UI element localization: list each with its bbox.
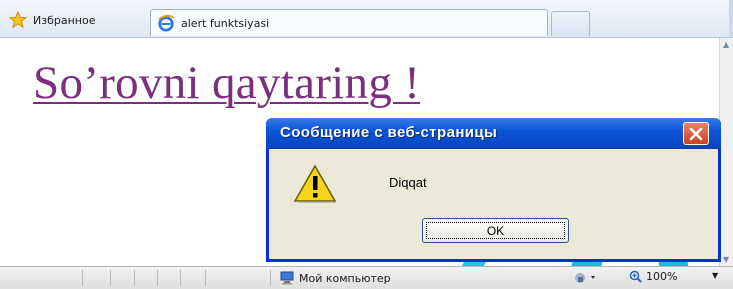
status-divider xyxy=(110,270,111,286)
scroll-up-icon[interactable]: ▲ xyxy=(723,40,729,49)
favorites-label: Избранное xyxy=(33,13,96,27)
tab-label: alert funktsiyasi xyxy=(181,16,270,30)
favorites-button[interactable]: Избранное xyxy=(9,10,95,30)
favorites-bar: Избранное alert funktsiyasi xyxy=(0,0,733,38)
status-divider xyxy=(270,270,271,286)
zoom-level: 100% xyxy=(646,270,678,283)
zoom-control[interactable]: 100% xyxy=(629,270,677,283)
status-divider xyxy=(205,270,206,286)
tab-alert-funktsiyasi[interactable]: alert funktsiyasi xyxy=(150,9,548,36)
status-divider xyxy=(134,270,135,286)
protected-mode-icon[interactable] xyxy=(573,271,599,285)
vertical-scrollbar[interactable]: ▲ ▼ xyxy=(719,38,733,266)
close-icon xyxy=(689,127,703,140)
status-divider xyxy=(157,270,158,286)
ie-icon xyxy=(158,14,175,32)
dialog-title-bar[interactable]: Сообщение с веб-страницы xyxy=(266,118,721,149)
security-zone[interactable]: Мой компьютер xyxy=(280,271,391,285)
dialog-message: Diqqat xyxy=(389,175,427,190)
computer-icon xyxy=(280,271,294,285)
zoom-icon xyxy=(629,270,642,283)
tabbar-edge xyxy=(729,0,733,37)
scroll-down-icon[interactable]: ▼ xyxy=(723,255,729,264)
page-heading-link[interactable]: So’rovni qaytaring ! xyxy=(33,56,420,110)
warning-icon xyxy=(293,164,337,203)
zone-label: Мой компьютер xyxy=(299,271,391,285)
new-tab-button[interactable] xyxy=(551,11,590,36)
chevron-down-icon[interactable]: ▼ xyxy=(712,271,718,280)
ok-button[interactable]: OK xyxy=(422,218,569,243)
dialog-title: Сообщение с веб-страницы xyxy=(280,124,498,141)
alert-dialog: Сообщение с веб-страницы Diqqat OK xyxy=(266,118,721,262)
status-divider xyxy=(180,270,181,286)
status-divider xyxy=(82,270,83,286)
dialog-close-button[interactable] xyxy=(683,122,709,145)
status-bar: Мой компьютер 100% ▼ xyxy=(0,266,733,289)
star-icon xyxy=(9,11,27,29)
